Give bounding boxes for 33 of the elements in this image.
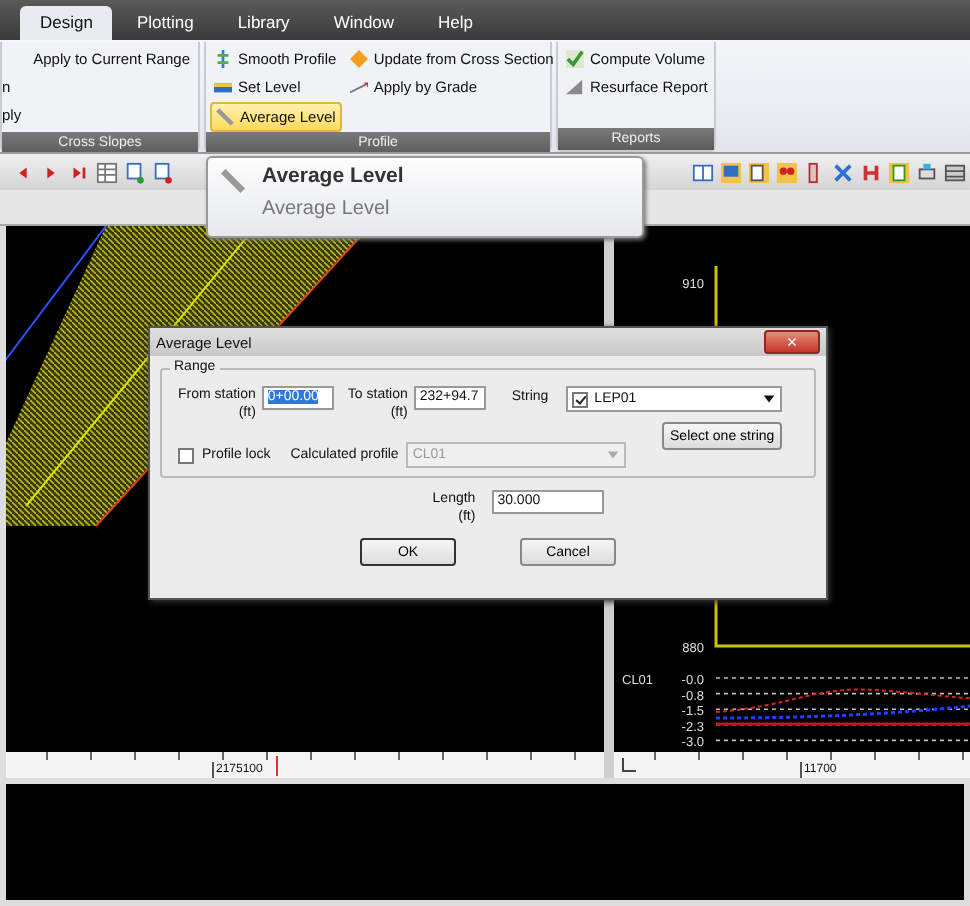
ribbon-tab[interactable]: Window	[313, 6, 415, 40]
grade-line-icon	[349, 78, 368, 96]
ruler-icon	[220, 168, 246, 194]
grid-icon[interactable]	[944, 161, 966, 183]
ribbon-tab[interactable]: Help	[418, 6, 494, 40]
dropdown-icon	[762, 392, 777, 406]
diamond-icon	[349, 50, 368, 68]
window-icon[interactable]	[692, 161, 714, 183]
checkbox[interactable]	[178, 447, 194, 463]
cross-icon[interactable]	[832, 161, 854, 183]
dropdown-icon	[606, 448, 621, 462]
tooltip-title: Average Level	[262, 164, 404, 188]
document-icon[interactable]	[152, 161, 174, 183]
ribbon-tab[interactable]: Library	[217, 6, 310, 40]
chart-icon[interactable]	[720, 161, 742, 183]
checkmark-icon	[566, 50, 584, 68]
ribbon-tab[interactable]: Plotting	[116, 6, 214, 40]
corner-icon	[622, 758, 636, 772]
document-icon[interactable]	[748, 161, 770, 183]
document-icon[interactable]	[888, 161, 910, 183]
level-bar-icon	[214, 78, 232, 96]
bracket-icon[interactable]	[860, 161, 882, 183]
ruler-icon	[216, 108, 234, 126]
dots-icon[interactable]	[776, 161, 798, 183]
document-icon[interactable]	[124, 161, 146, 183]
table-icon[interactable]	[96, 161, 118, 183]
smooth-icon	[214, 50, 232, 68]
tooltip-description: Average Level	[262, 198, 392, 220]
ribbon-tab[interactable]: Design	[20, 6, 113, 40]
close-button[interactable]: ×	[764, 330, 820, 354]
surface-icon	[566, 78, 584, 96]
checkbox[interactable]	[572, 391, 589, 407]
printer-icon[interactable]	[916, 161, 938, 183]
